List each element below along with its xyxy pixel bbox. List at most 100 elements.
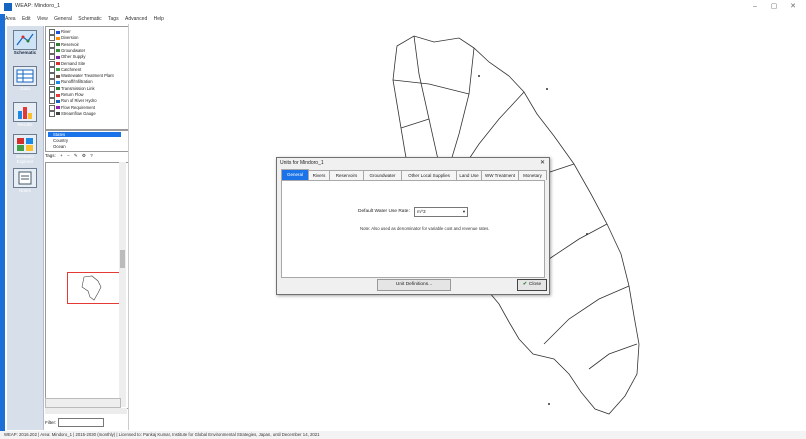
close-button-label: Close [528, 282, 542, 287]
filter-input[interactable] [57, 418, 104, 428]
legend-checkbox[interactable] [49, 35, 55, 42]
accent-strip [0, 14, 5, 434]
view-data[interactable]: Data [10, 66, 40, 91]
menu-tags[interactable]: Tags [108, 14, 119, 24]
tab-reservoirs[interactable]: Reservoirs [329, 170, 364, 180]
view-results[interactable]: Results [10, 102, 40, 127]
legend-checkbox[interactable] [49, 66, 55, 73]
edit-tag-icon[interactable]: ✎ [74, 153, 78, 158]
legend-checkbox[interactable] [49, 73, 55, 80]
legend-checkbox[interactable] [49, 92, 55, 98]
menu-help[interactable]: Help [154, 14, 164, 24]
menu-advanced[interactable]: Advanced [125, 14, 147, 24]
dialog-title: Units for Mindoro_1 [280, 160, 324, 166]
maximize-button[interactable]: ▢ [766, 2, 782, 12]
legend-item[interactable]: Run of River Hydro [49, 98, 97, 105]
legend-checkbox[interactable] [49, 41, 55, 48]
add-tag-icon[interactable]: + [60, 153, 63, 158]
legend-item[interactable]: Other Supply [49, 54, 86, 61]
water-use-rate-select[interactable]: m^3 ▼ [414, 207, 468, 217]
legend-item[interactable]: Groundwater [49, 47, 85, 54]
overview-horizontal-scrollbar[interactable] [45, 398, 121, 408]
legend-checkbox[interactable] [49, 54, 55, 61]
tab-land-use[interactable]: Land Use [456, 170, 482, 180]
legend-checkbox[interactable] [49, 85, 55, 92]
rate-note: Note: Also used as denominator for varia… [360, 226, 490, 231]
legend-item-label: Demand Site [61, 60, 86, 66]
menu-view[interactable]: View [37, 14, 48, 24]
legend-item[interactable]: Diversion [49, 35, 78, 42]
layer-ocean[interactable]: Ocean [48, 144, 66, 149]
legend-item-label: River [61, 29, 71, 35]
legend-item[interactable]: Catchment [49, 66, 82, 73]
legend-item-label: Run of River Hydro [61, 98, 97, 104]
view-notes[interactable]: Notes [10, 168, 40, 193]
view-bar: Schematic Data Results Scenario Explorer… [7, 26, 44, 430]
results-icon [13, 102, 37, 122]
menu-general[interactable]: General [54, 14, 72, 24]
menu-edit[interactable]: Edit [22, 14, 31, 24]
menu-schematic[interactable]: Schematic [78, 14, 101, 24]
legend-symbol-icon [56, 99, 60, 103]
check-icon: ✔ [522, 282, 527, 287]
tab-monetary[interactable]: Monetary [518, 170, 547, 180]
view-data-label: Data [20, 86, 30, 91]
legend-item[interactable]: Transmission Link [49, 85, 95, 92]
view-scenario-explorer[interactable]: Scenario Explorer [10, 134, 40, 164]
tab-general[interactable]: General [281, 169, 309, 180]
dialog-close-icon[interactable]: ✕ [540, 159, 545, 166]
schematic-legend: River Diversion Reservoir Groundwater Other … [45, 26, 129, 130]
layer-states[interactable]: States [48, 132, 121, 137]
menu-area[interactable]: Area [5, 14, 16, 24]
legend-checkbox[interactable] [49, 98, 55, 105]
minimize-button[interactable]: – [747, 2, 763, 12]
tab-groundwater[interactable]: Groundwater [363, 170, 402, 180]
overview-viewport-frame[interactable] [67, 272, 121, 304]
layer-country[interactable]: Country [48, 138, 68, 143]
legend-item[interactable]: Demand Site [49, 60, 86, 67]
window-title: WEAP: Mindoro_1 [15, 3, 61, 9]
window-close-button[interactable]: ✕ [785, 2, 801, 12]
overview-scroll-thumb[interactable] [120, 250, 125, 268]
overview-vertical-scrollbar[interactable] [119, 162, 126, 407]
legend-item[interactable]: Streamflow Gauge [49, 110, 96, 117]
remove-tag-icon[interactable]: − [67, 153, 70, 158]
filter-bar: Filter: [45, 418, 127, 428]
legend-symbol-icon [56, 55, 60, 59]
legend-symbol-icon [56, 43, 60, 47]
tab-ww-treatment[interactable]: WW Treatment [481, 170, 519, 180]
legend-item[interactable]: River [49, 29, 71, 35]
legend-checkbox[interactable] [49, 79, 55, 86]
tags-bar: Tags: + − ✎ ⚙ ? [45, 151, 127, 161]
view-notes-label: Notes [19, 188, 31, 193]
chevron-down-icon[interactable]: ▼ [462, 208, 466, 216]
settings-tag-icon[interactable]: ⚙ [82, 153, 86, 158]
legend-checkbox[interactable] [49, 110, 55, 117]
tab-other-local-supplies[interactable]: Other Local Supplies [401, 170, 457, 180]
legend-item-label: Other Supply [61, 54, 86, 60]
legend-checkbox[interactable] [49, 60, 55, 67]
legend-checkbox[interactable] [49, 47, 55, 54]
legend-item-label: Catchment [61, 66, 82, 72]
legend-item[interactable]: Return Flow [49, 92, 84, 98]
filter-label: Filter: [45, 420, 57, 425]
tab-rivers[interactable]: Rivers [308, 170, 330, 180]
zoom-slider[interactable] [45, 408, 127, 414]
legend-symbol-icon [56, 36, 60, 40]
help-tag-icon[interactable]: ? [90, 153, 93, 158]
unit-definitions-button[interactable]: Unit Definitions... [377, 279, 451, 291]
legend-item[interactable]: Reservoir [49, 41, 79, 48]
map-islet-4 [548, 403, 550, 405]
view-schematic-label: Schematic [13, 50, 37, 55]
legend-item[interactable]: Wastewater Treatment Plant [49, 73, 114, 80]
legend-item[interactable]: Runoff/Infiltration [49, 79, 93, 86]
legend-item[interactable]: Flow Requirement [49, 104, 95, 111]
map-boundary-9 [400, 118, 430, 129]
legend-checkbox[interactable] [49, 104, 55, 111]
close-button[interactable]: ✔ Close [517, 279, 547, 291]
menu-bar: Area Edit View General Schematic Tags Ad… [0, 14, 806, 24]
legend-symbol-icon [56, 80, 60, 84]
legend-symbol-icon [56, 112, 60, 116]
view-schematic[interactable]: Schematic [10, 30, 40, 55]
legend-checkbox[interactable] [49, 29, 55, 35]
